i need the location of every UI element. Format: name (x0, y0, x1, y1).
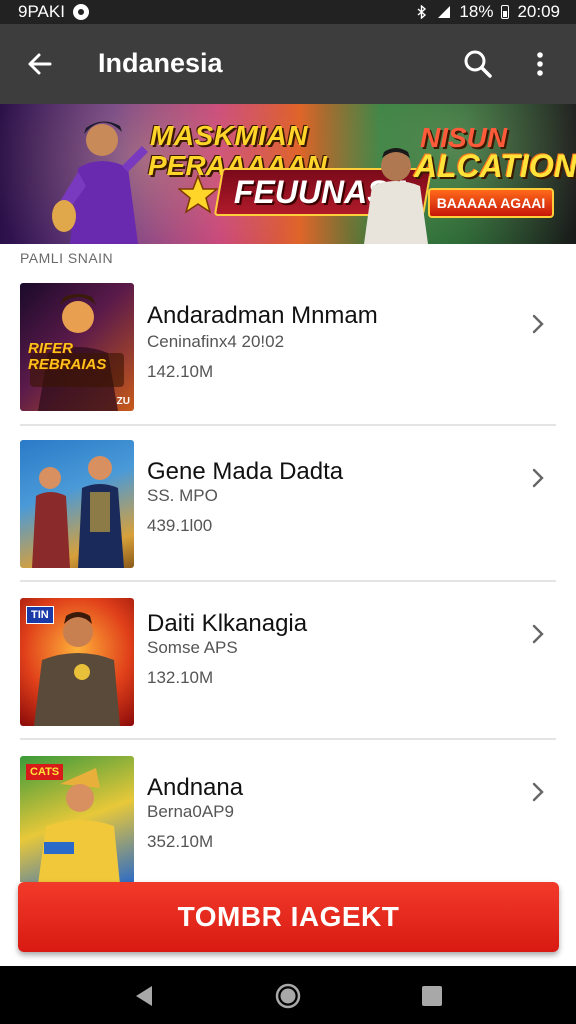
nav-back-icon[interactable] (132, 984, 156, 1008)
carrier-label: 9PAKI (18, 2, 65, 21)
app-name: Andaradman Mnmam (147, 302, 378, 329)
app-subtitle: Berna0AP9 (147, 802, 234, 821)
battery-icon (501, 5, 510, 19)
list-divider (20, 580, 556, 582)
notification-icon (72, 4, 89, 20)
app-subtitle: Somse APS (147, 638, 238, 657)
banner-right-subtitle: ALCATION (414, 148, 576, 184)
system-nav-bar (0, 966, 576, 1024)
app-list-item[interactable]: CATS Andnana Berna0AP9 352.10M (0, 748, 576, 882)
list-divider (20, 738, 556, 740)
section-heading: PAMLI SNAIN (20, 250, 114, 266)
thumbnail-corner-badge: ZU (116, 396, 130, 407)
thumbnail-title: RIFER REBRAIAS (28, 340, 107, 373)
status-left: 9PAKI (18, 2, 89, 22)
install-button[interactable]: TOMBR IAGEKT (18, 882, 559, 952)
app-subtitle: SS. MPO (147, 486, 218, 505)
banner-title-line1: MASKMIAN (150, 120, 308, 151)
clock: 20:09 (517, 2, 560, 21)
battery-percent: 18% (459, 2, 494, 21)
app-thumbnail (20, 440, 134, 568)
app-size: 439.1l00 (147, 516, 213, 535)
app-name: Daiti Klkanagia (147, 610, 308, 637)
app-thumbnail: TIN (20, 598, 134, 726)
app-list-item[interactable]: RIFER REBRAIAS ZU Andaradman Mnmam Cenin… (0, 276, 576, 426)
thumbnail-badge: TIN (26, 606, 54, 624)
chevron-right-icon (532, 468, 544, 488)
status-bar: 9PAKI 18% 20:09 (0, 0, 576, 24)
promo-banner[interactable]: MASKMIAN PERAAAAAN FEUUNASA NISUN ALCATI… (0, 104, 576, 244)
signal-icon (438, 6, 451, 18)
app-size: 142.10M (147, 362, 214, 381)
app-thumbnail: RIFER REBRAIAS ZU (20, 283, 134, 411)
game-art-image (32, 456, 124, 568)
chevron-right-icon (532, 314, 544, 334)
thumbnail-badge: CATS (26, 764, 64, 780)
search-icon[interactable] (460, 46, 496, 82)
nav-home-icon[interactable] (274, 982, 302, 1010)
app-bar: Indanesia (0, 24, 576, 104)
app-name: Gene Mada Dadta (147, 458, 344, 485)
app-subtitle: Ceninafinx4 20!02 (147, 332, 285, 351)
status-right: 18% 20:09 (415, 2, 560, 22)
bluetooth-icon (417, 5, 427, 19)
app-list-item[interactable]: TIN Daiti Klkanagia Somse APS 132.10M (0, 590, 576, 740)
app-list-item[interactable]: Gene Mada Dadta SS. MPO 439.1l00 (0, 432, 576, 582)
chevron-right-icon (532, 624, 544, 644)
app-thumbnail: CATS (20, 756, 134, 882)
app-name: Andnana (147, 774, 244, 801)
page-title: Indanesia (98, 48, 223, 78)
more-vertical-icon[interactable] (526, 46, 554, 82)
banner-cta-button[interactable]: BAAAAA AGAAI (428, 188, 554, 218)
hero-character-image (52, 121, 148, 244)
app-size: 132.10M (147, 668, 214, 687)
chevron-right-icon (532, 782, 544, 802)
list-divider (20, 424, 556, 426)
app-size: 352.10M (147, 832, 214, 851)
arrow-left-icon[interactable] (22, 46, 58, 82)
nav-recents-icon[interactable] (421, 985, 443, 1007)
